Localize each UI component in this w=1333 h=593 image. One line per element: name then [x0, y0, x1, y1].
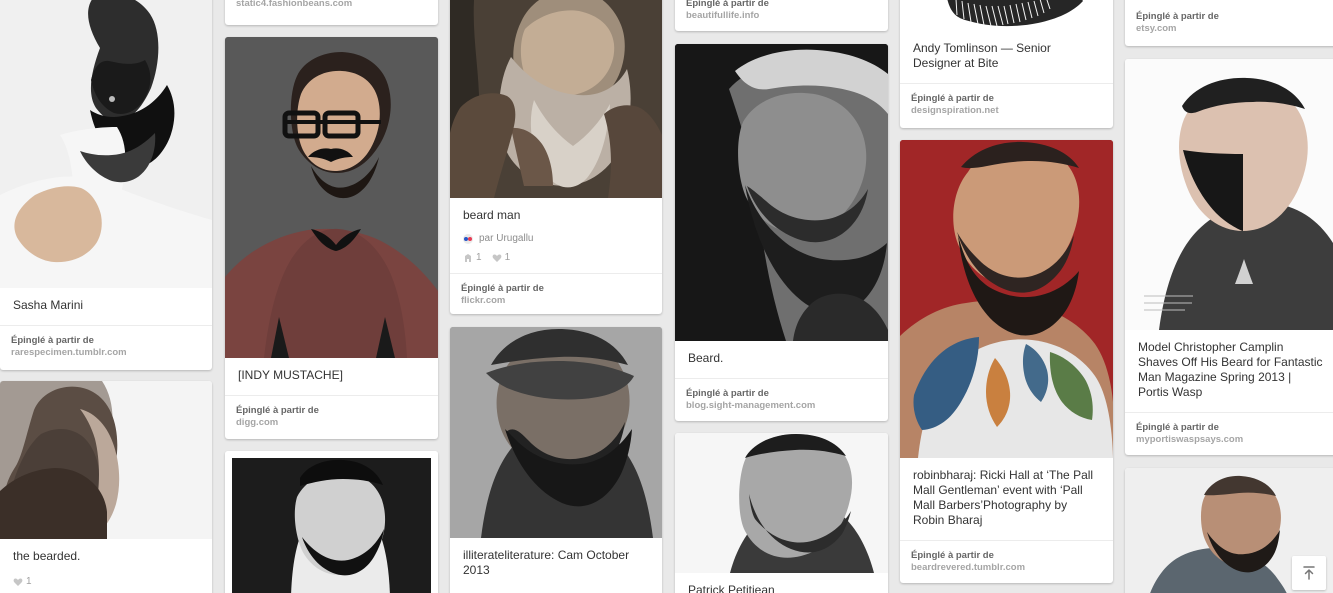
pinner-avatar[interactable]: [463, 233, 473, 244]
pin-source[interactable]: Épinglé à partir de rarespecimen.tumblr.…: [0, 325, 212, 369]
pin-card-sasha-marini[interactable]: Sasha Marini Épinglé à partir de rarespe…: [0, 0, 212, 370]
tattoo-beard-photo: [900, 140, 1113, 458]
blond-beard-photo: [675, 44, 888, 341]
pin-card-andy-tomlinson[interactable]: Andy Tomlinson — Senior Designer at Bite…: [900, 0, 1113, 128]
pin-card-beard[interactable]: Beard. Épinglé à partir de blog.sight-ma…: [675, 44, 888, 421]
pin-description: illiterateliterature: Cam October 2013: [463, 548, 630, 577]
pin-source[interactable]: Épinglé à partir de myportiswaspsays.com: [1125, 412, 1333, 455]
pin-description: beard man: [463, 208, 521, 222]
source-domain[interactable]: digg.com: [236, 417, 427, 429]
heart-icon: [492, 253, 502, 263]
pin-description: Beard.: [688, 351, 724, 365]
pin-source[interactable]: Épinglé à partir de flickr.com: [450, 273, 662, 314]
pin-card-beautifullife[interactable]: Épinglé à partir de beautifullife.info: [675, 0, 888, 31]
source-label: Épinglé à partir de: [686, 0, 769, 9]
pin-image[interactable]: [450, 0, 662, 198]
pin-stats: 1 1: [463, 252, 649, 263]
pin-source[interactable]: Épinglé à partir de blog.sight-managemen…: [675, 378, 888, 421]
pin-image[interactable]: [225, 37, 438, 358]
pin-source[interactable]: Épinglé à partir de beardrevered.tumblr.…: [900, 540, 1113, 583]
pin-board: Sasha Marini Épinglé à partir de rarespe…: [0, 0, 1333, 593]
source-domain[interactable]: beautifullife.info: [686, 10, 877, 22]
pin-image[interactable]: [450, 327, 662, 538]
pin-description: the bearded.: [13, 549, 81, 563]
arrow-up-icon: [1301, 565, 1317, 581]
source-domain[interactable]: etsy.com: [1136, 23, 1327, 35]
heart-icon: [13, 577, 23, 587]
pin-description: Andy Tomlinson — Senior Designer at Bite: [913, 41, 1051, 70]
half-beard-photo: [1125, 59, 1333, 330]
source-label: Épinglé à partir de: [911, 550, 994, 561]
source-domain[interactable]: blog.sight-management.com: [686, 400, 877, 412]
pin-source[interactable]: Épinglé à partir de digg.com: [225, 395, 438, 439]
source-domain[interactable]: myportiswaspsays.com: [1136, 434, 1327, 446]
pin-card-patrick-petitjean[interactable]: Patrick Petitjean: [675, 433, 888, 593]
likes-count: 1: [504, 252, 511, 263]
pin-image[interactable]: [675, 44, 888, 341]
pin-stats: 1: [0, 576, 212, 593]
source-label: Épinglé à partir de: [461, 283, 544, 294]
pin-source[interactable]: static4.fashionbeans.com: [225, 0, 438, 20]
pin-card-ricki-hall[interactable]: robinbharaj: Ricki Hall at ‘The Pall Mal…: [900, 140, 1113, 583]
likes-stat: 1: [492, 252, 511, 263]
pin-description: Sasha Marini: [13, 298, 84, 312]
pin-card-christopher-camplin[interactable]: Model Christopher Camplin Shaves Off His…: [1125, 59, 1333, 455]
pin-card-etsy[interactable]: Épinglé à partir de etsy.com: [1125, 0, 1333, 46]
scroll-to-top-button[interactable]: [1292, 556, 1326, 590]
source-label: Épinglé à partir de: [236, 405, 319, 416]
source-label: Épinglé à partir de: [1136, 11, 1219, 22]
pin-image[interactable]: [675, 433, 888, 573]
source-label: Épinglé à partir de: [1136, 422, 1219, 433]
source-label: Épinglé à partir de: [686, 388, 769, 399]
beard-profile-photo: [0, 381, 212, 539]
repin-icon: [463, 253, 473, 263]
pin-card-beard-man[interactable]: beard man par Urugallu 1 1 Épinglé à par…: [450, 0, 662, 314]
beard-man-photo: [0, 0, 212, 288]
flat-cap-man-photo: [450, 327, 662, 538]
pin-card-cam-october[interactable]: illiterateliterature: Cam October 2013: [450, 327, 662, 593]
source-domain[interactable]: static4.fashionbeans.com: [236, 0, 427, 10]
source-domain[interactable]: rarespecimen.tumblr.com: [11, 347, 201, 359]
pin-description: robinbharaj: Ricki Hall at ‘The Pall Mal…: [913, 468, 1094, 527]
source-label: Épinglé à partir de: [11, 335, 94, 346]
source-domain[interactable]: beardrevered.tumblr.com: [911, 562, 1102, 574]
likes-stat: 1: [13, 576, 32, 587]
pin-description: [INDY MUSTACHE]: [238, 368, 343, 382]
pin-card-bearded-bw[interactable]: [225, 451, 438, 593]
pin-card-fashionbeans[interactable]: static4.fashionbeans.com: [225, 0, 438, 25]
pin-source[interactable]: Épinglé à partir de designspiration.net: [900, 83, 1113, 127]
repins-count: 1: [476, 252, 482, 263]
pin-image[interactable]: [0, 381, 212, 539]
beard-illustration: [900, 0, 1113, 31]
pin-image[interactable]: [0, 0, 212, 288]
source-label: Épinglé à partir de: [911, 93, 994, 104]
pin-image[interactable]: [225, 451, 438, 593]
pin-meta: par Urugallu 1 1: [450, 233, 662, 273]
patrick-photo: [675, 433, 888, 573]
pinner[interactable]: par Urugallu: [463, 233, 649, 244]
pin-image[interactable]: [900, 140, 1113, 458]
pin-card-the-bearded[interactable]: the bearded. 1: [0, 381, 212, 593]
pin-image[interactable]: [1125, 59, 1333, 330]
likes-count: 1: [26, 576, 32, 587]
pin-source[interactable]: Épinglé à partir de etsy.com: [1125, 0, 1333, 45]
old-man-beard-photo: [450, 0, 662, 198]
repins-stat: 1: [463, 252, 482, 263]
source-domain[interactable]: flickr.com: [461, 295, 651, 307]
beard-bw-photo: [225, 451, 438, 593]
pin-description: Model Christopher Camplin Shaves Off His…: [1138, 340, 1323, 399]
pinner-name[interactable]: par Urugallu: [479, 233, 533, 244]
pin-card-indy-mustache[interactable]: [INDY MUSTACHE] Épinglé à partir de digg…: [225, 37, 438, 439]
pin-description: Patrick Petitjean: [688, 583, 775, 593]
pin-image[interactable]: [900, 0, 1113, 31]
mustache-man-photo: [225, 37, 438, 358]
pin-source[interactable]: Épinglé à partir de beautifullife.info: [675, 0, 888, 31]
source-domain[interactable]: designspiration.net: [911, 105, 1102, 117]
